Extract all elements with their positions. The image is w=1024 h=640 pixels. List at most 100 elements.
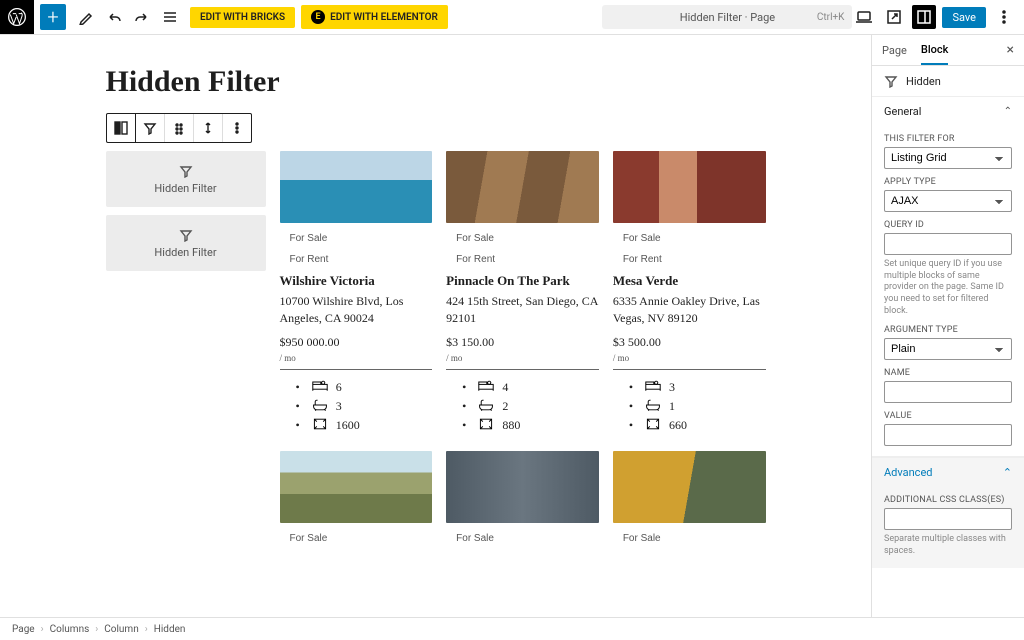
listing-price: $950 000.00/ mo	[280, 335, 433, 370]
undo-icon	[106, 9, 122, 25]
options-menu-button[interactable]	[992, 5, 1016, 29]
bed-icon	[478, 380, 494, 396]
chevron-up-icon: ⌃	[1003, 466, 1012, 479]
listing-card[interactable]: For Sale	[613, 451, 766, 544]
external-link-icon	[886, 9, 902, 25]
value-input[interactable]	[884, 424, 1012, 446]
filter-for-select[interactable]: Listing Grid	[884, 147, 1012, 169]
argument-type-label: ARGUMENT TYPE	[884, 325, 1012, 335]
list-icon	[162, 9, 178, 25]
redo-icon	[134, 9, 150, 25]
laptop-icon	[856, 9, 872, 25]
panel-advanced-title: Advanced	[884, 466, 932, 479]
listing-name: Mesa Verde	[613, 273, 766, 289]
drag-handle[interactable]	[165, 114, 194, 142]
name-input[interactable]	[884, 381, 1012, 403]
listing-card[interactable]: For Sale	[446, 451, 599, 544]
more-vertical-icon	[996, 9, 1012, 25]
listing-image	[280, 451, 433, 523]
add-block-button[interactable]: +	[40, 4, 66, 30]
list-view-button[interactable]	[157, 4, 183, 30]
settings-sidebar-toggle[interactable]	[912, 5, 936, 29]
edit-elementor-label: EDIT WITH ELEMENTOR	[330, 12, 438, 23]
close-sidebar-button[interactable]: ×	[1007, 42, 1014, 58]
query-id-input[interactable]	[884, 233, 1012, 255]
listing-image	[446, 451, 599, 523]
tab-page[interactable]: Page	[882, 37, 907, 64]
hidden-filter-block[interactable]: Hidden Filter	[106, 215, 266, 271]
area-icon	[645, 418, 661, 434]
redo-button[interactable]	[129, 4, 155, 30]
listing-grid: For SaleFor RentWilshire Victoria10700 W…	[280, 151, 766, 544]
listing-address: 10700 Wilshire Blvd, Los Angeles, CA 900…	[280, 293, 433, 327]
hidden-filter-block[interactable]: Hidden Filter	[106, 151, 266, 207]
name-label: NAME	[884, 368, 1012, 378]
breadcrumb: Page› Columns› Column› Hidden	[0, 617, 1024, 640]
listing-tag: For Sale	[623, 233, 766, 244]
filter-icon	[884, 74, 898, 88]
breadcrumb-item[interactable]: Columns	[50, 624, 90, 635]
filter-button[interactable]	[136, 114, 165, 142]
breadcrumb-item[interactable]: Hidden	[154, 624, 186, 635]
area-value: 880	[502, 418, 520, 433]
hidden-filter-label: Hidden Filter	[154, 182, 216, 195]
panel-general-header[interactable]: General ⌃	[872, 97, 1024, 126]
apply-type-select[interactable]: AJAX	[884, 190, 1012, 212]
listing-price: $3 500.00/ mo	[613, 335, 766, 370]
bed-count: 3	[669, 380, 675, 395]
listing-tag: For Rent	[456, 254, 599, 265]
view-page-button[interactable]	[882, 5, 906, 29]
argument-type-select[interactable]: Plain	[884, 338, 1012, 360]
elementor-icon: E	[311, 10, 325, 24]
top-toolbar: + EDIT WITH BRICKS EEDIT WITH ELEMENTOR …	[0, 0, 1024, 35]
hidden-filter-label: Hidden Filter	[154, 246, 216, 259]
chevron-up-icon: ⌃	[1004, 106, 1012, 117]
document-title-bar[interactable]: Hidden Filter · Page Ctrl+K	[602, 5, 852, 29]
column-icon	[114, 121, 128, 135]
breadcrumb-item[interactable]: Column	[104, 624, 138, 635]
listing-tag: For Sale	[456, 233, 599, 244]
move-button[interactable]	[194, 114, 223, 142]
more-vertical-icon	[230, 121, 244, 135]
listing-price: $3 150.00/ mo	[446, 335, 599, 370]
listing-card[interactable]: For SaleFor RentMesa Verde6335 Annie Oak…	[613, 151, 766, 437]
block-name: Hidden	[906, 75, 941, 88]
document-title: Hidden Filter · Page	[680, 11, 775, 24]
listing-tag: For Sale	[290, 533, 433, 544]
command-shortcut: Ctrl+K	[817, 12, 845, 23]
move-vertical-icon	[201, 121, 215, 135]
edit-with-elementor-button[interactable]: E EDIT WITH ELEMENTOR	[301, 5, 448, 29]
listing-features: 4 2 880	[446, 380, 599, 434]
bath-count: 2	[502, 399, 508, 414]
block-toolbar	[106, 113, 252, 143]
block-options-button[interactable]	[223, 114, 251, 142]
listing-tag: For Rent	[290, 254, 433, 265]
block-type-button[interactable]	[107, 114, 136, 142]
wordpress-logo[interactable]	[0, 0, 34, 34]
bed-icon	[645, 380, 661, 396]
bed-count: 6	[336, 380, 342, 395]
save-button[interactable]: Save	[942, 7, 986, 28]
listing-name: Pinnacle On The Park	[446, 273, 599, 289]
editor-canvas[interactable]: Hidden Filter Hidden Filter	[0, 35, 871, 617]
panel-advanced-header[interactable]: Advanced ⌃	[872, 457, 1024, 487]
device-preview-button[interactable]	[852, 5, 876, 29]
listing-card[interactable]: For SaleFor RentWilshire Victoria10700 W…	[280, 151, 433, 437]
css-classes-input[interactable]	[884, 508, 1012, 530]
listing-image	[446, 151, 599, 223]
drag-icon	[172, 121, 186, 135]
edit-with-bricks-button[interactable]: EDIT WITH BRICKS	[190, 7, 295, 28]
breadcrumb-item[interactable]: Page	[12, 624, 35, 635]
listing-tag: For Sale	[290, 233, 433, 244]
listing-image	[613, 151, 766, 223]
undo-button[interactable]	[101, 4, 127, 30]
css-classes-help: Separate multiple classes with spaces.	[884, 534, 1012, 557]
filter-icon	[143, 121, 157, 135]
filter-icon	[179, 164, 193, 178]
area-icon	[312, 418, 328, 434]
tab-block[interactable]: Block	[921, 36, 948, 65]
listing-card[interactable]: For Sale	[280, 451, 433, 544]
edit-mode-button[interactable]	[73, 4, 99, 30]
listing-card[interactable]: For SaleFor RentPinnacle On The Park424 …	[446, 151, 599, 437]
page-title: Hidden Filter	[106, 65, 766, 99]
